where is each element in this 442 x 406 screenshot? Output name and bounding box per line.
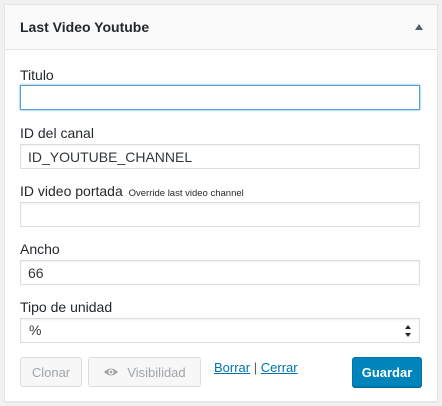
select-arrows-icon (405, 325, 413, 337)
id-video-label-text: ID video portada (20, 183, 123, 199)
id-canal-label: ID del canal (20, 125, 94, 141)
widget-title: Last Video Youtube (20, 19, 150, 35)
visibility-button[interactable]: Visibilidad (88, 357, 201, 387)
id-video-input[interactable] (20, 202, 420, 227)
id-video-label: ID video portada Override last video cha… (20, 183, 244, 199)
clone-button[interactable]: Clonar (20, 357, 82, 387)
eye-icon (104, 368, 119, 376)
link-separator: | (253, 360, 258, 375)
ancho-input[interactable] (20, 260, 420, 285)
tipo-unidad-selected: % (29, 322, 42, 338)
titulo-label: Titulo (20, 67, 54, 83)
id-video-hint: Override last video channel (128, 188, 244, 199)
close-link[interactable]: Cerrar (261, 360, 298, 375)
clone-button-label: Clonar (31, 364, 71, 380)
save-button[interactable]: Guardar (352, 357, 422, 387)
widget-header[interactable]: Last Video Youtube (5, 5, 437, 50)
save-button-label: Guardar (361, 364, 413, 380)
ancho-label: Ancho (20, 241, 60, 257)
widget-control-links: Borrar | Cerrar (214, 360, 298, 375)
titulo-input[interactable] (20, 85, 420, 110)
id-canal-input[interactable] (20, 144, 420, 169)
tipo-unidad-label: Tipo de unidad (20, 299, 113, 315)
widget-panel: Last Video Youtube Titulo ID del canal I… (4, 4, 438, 402)
collapse-toggle-icon[interactable] (415, 24, 423, 30)
delete-link[interactable]: Borrar (214, 360, 250, 375)
visibility-button-label: Visibilidad (127, 364, 186, 380)
tipo-unidad-select[interactable]: % (20, 318, 420, 343)
